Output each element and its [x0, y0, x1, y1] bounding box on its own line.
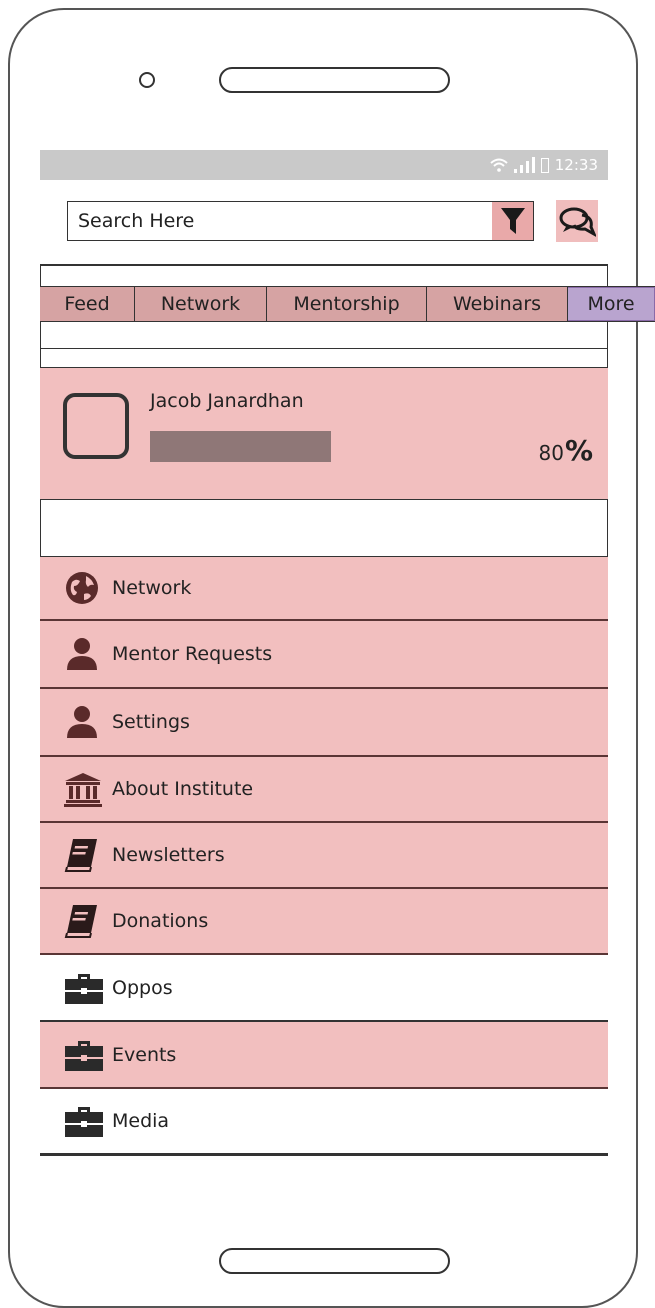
profile-progress-bar: [150, 431, 376, 462]
menu-item-label: Events: [112, 1043, 177, 1066]
menu-item-about-institute[interactable]: About Institute: [40, 757, 608, 823]
divider-bar: [40, 348, 608, 368]
tab-webinars-label: Webinars: [452, 293, 542, 315]
avatar[interactable]: [63, 393, 129, 459]
filter-button[interactable]: [492, 202, 533, 240]
chat-icon: [559, 207, 596, 237]
battery-icon: [540, 157, 549, 173]
progress-unit: %: [564, 434, 593, 467]
tab-network[interactable]: Network: [135, 287, 267, 321]
camera-icon: [139, 72, 155, 88]
home-button[interactable]: [219, 1248, 450, 1274]
chat-button[interactable]: [556, 200, 598, 242]
globe-icon: [64, 570, 104, 606]
menu-item-newsletters[interactable]: Newsletters: [40, 823, 608, 889]
wifi-icon: [490, 158, 508, 172]
tab-feed-label: Feed: [64, 293, 110, 315]
menu-item-label: About Institute: [112, 778, 254, 800]
briefcase-icon: [64, 970, 104, 1006]
user-icon: [64, 704, 104, 740]
nav-tabs: Feed Network Mentorship Webinars More: [40, 286, 655, 322]
profile-card[interactable]: Jacob Janardhan 80%: [40, 368, 608, 500]
signal-icon: [513, 157, 535, 173]
tab-mentorship-label: Mentorship: [293, 293, 400, 315]
menu-item-label: Network: [112, 577, 192, 599]
menu-item-label: Media: [112, 1110, 170, 1132]
tab-more-label: More: [587, 293, 635, 315]
speaker-grille: [219, 67, 450, 93]
status-bar: 12:33: [40, 150, 608, 180]
menu-item-label: Newsletters: [112, 844, 225, 866]
search-placeholder: Search Here: [78, 210, 195, 232]
tab-mentorship[interactable]: Mentorship: [267, 287, 427, 321]
tab-webinars[interactable]: Webinars: [427, 287, 568, 321]
menu-item-label: Oppos: [112, 976, 173, 999]
progress-value: 80: [538, 441, 564, 465]
book-icon: [64, 903, 104, 939]
menu-item-mentor-requests[interactable]: Mentor Requests: [40, 621, 608, 689]
filter-icon: [500, 208, 525, 234]
user-icon: [64, 636, 104, 672]
menu-item-network[interactable]: Network: [40, 557, 608, 621]
institution-icon: [64, 771, 104, 807]
profile-progress-fill: [150, 431, 331, 462]
profile-name: Jacob Janardhan: [150, 390, 304, 412]
profile-progress-text: 80%: [538, 434, 593, 467]
side-menu: Network Mentor Requests Settings About I…: [40, 556, 608, 1155]
briefcase-icon: [64, 1037, 104, 1073]
menu-item-donations[interactable]: Donations: [40, 889, 608, 955]
tab-more[interactable]: More: [568, 287, 655, 321]
header: Search Here: [40, 180, 608, 266]
menu-item-oppos[interactable]: Oppos: [40, 955, 608, 1022]
menu-item-media[interactable]: Media: [40, 1089, 608, 1155]
menu-item-settings[interactable]: Settings: [40, 689, 608, 757]
menu-item-label: Mentor Requests: [112, 643, 273, 665]
status-time: 12:33: [554, 156, 598, 174]
tab-feed[interactable]: Feed: [40, 287, 135, 321]
search-input[interactable]: Search Here: [67, 201, 534, 241]
menu-item-label: Donations: [112, 910, 209, 932]
menu-item-events[interactable]: Events: [40, 1022, 608, 1089]
menu-item-label: Settings: [112, 711, 190, 733]
book-icon: [64, 837, 104, 873]
briefcase-icon: [64, 1103, 104, 1139]
tab-network-label: Network: [160, 293, 241, 315]
